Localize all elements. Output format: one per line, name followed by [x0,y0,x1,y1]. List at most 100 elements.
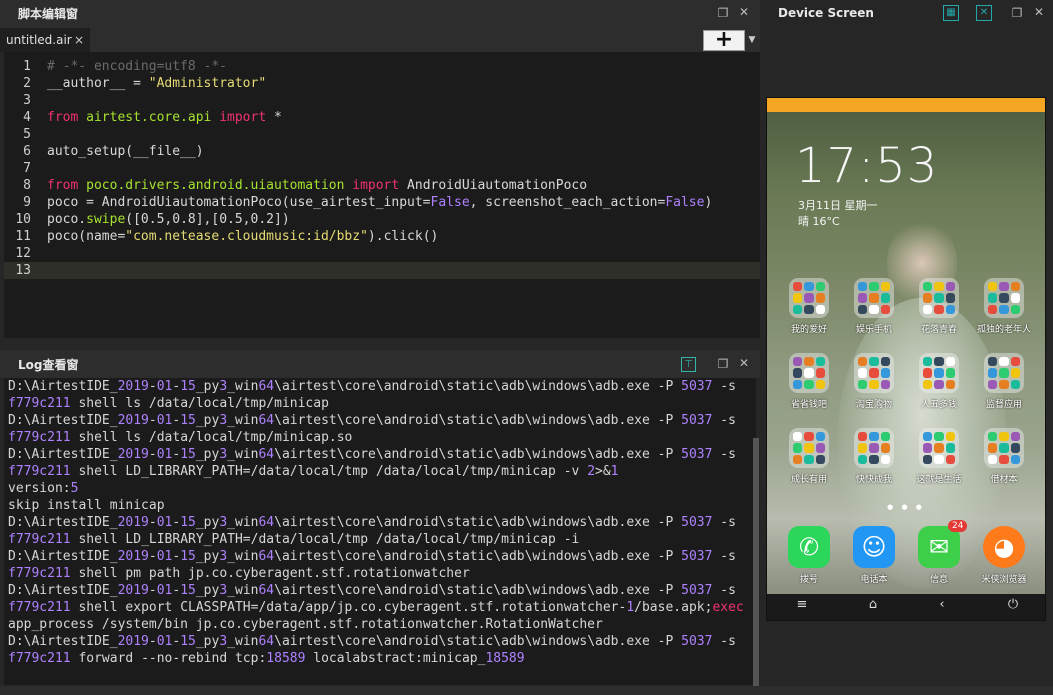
log-token: D:\AirtestIDE_ [8,634,118,649]
mini-app-icon [1010,293,1020,303]
log-token: -s [712,515,736,530]
code-token: from [47,110,79,125]
code-line[interactable]: 7 [4,160,760,177]
power-icon[interactable]: ⏻ [1003,597,1023,612]
mini-app-icon [999,293,1009,303]
code-token: AndroidUiautomationPoco [399,178,588,193]
log-close-icon[interactable]: ✕ [737,356,751,370]
log-token: 2019 [117,583,149,598]
code-editor[interactable]: 1 # -*- encoding=utf8 -*- 2 __author__ = "A… [4,52,760,338]
code-line[interactable]: 6 auto_setup(__file__) [4,143,760,160]
editor-float-icon[interactable]: ❐ [716,6,730,20]
log-token: 2019 [117,515,149,530]
chevron-down-icon[interactable]: ▼ [745,30,759,51]
mini-app-icon [880,379,890,389]
log-token: -s [712,634,736,649]
device-frame: 17:53 3月11日 星期一 晴 16°C 我的爱好 娱乐手机 花落青春 孤独的老年… [766,97,1046,621]
code-token: from [47,178,79,193]
code-line[interactable]: 3 [4,92,760,109]
code-line[interactable]: 11 poco(name="com.netease.cloudmusic:id/b… [4,228,760,245]
code-line[interactable]: 9 poco = AndroidUiautomationPoco(use_airt… [4,194,760,211]
log-token: _py [195,413,220,428]
mini-app-icon [1010,432,1020,442]
tab-untitled-air[interactable]: untitled.air × [0,28,90,52]
mini-app-icon [858,368,868,378]
mini-app-icon [945,454,955,464]
mini-app-icon [1010,368,1020,378]
tab-close-icon[interactable]: × [74,33,84,47]
mini-app-icon [988,443,998,453]
log-float-icon[interactable]: ❐ [716,357,730,371]
code-line[interactable]: 8 from poco.drivers.android.uiautomation … [4,177,760,194]
log-token: 5037 [681,447,713,462]
app-folder[interactable] [854,278,894,318]
code-line[interactable]: 13 [4,262,760,279]
app-folder[interactable] [789,353,829,393]
mini-app-icon [880,282,890,292]
app-folder[interactable] [789,428,829,468]
home-icon[interactable]: ⌂ [863,597,883,612]
mini-app-icon [988,432,998,442]
log-token: 3 [219,515,228,530]
log-token: exec [712,600,744,615]
mini-app-icon [923,432,933,442]
app-folder[interactable] [919,428,959,468]
log-token: 01 [156,447,173,462]
mini-app-icon [999,432,1009,442]
app-folder[interactable] [919,278,959,318]
dock-app-3[interactable]: ✉ [918,526,960,568]
log-token: shell LD_LIBRARY_PATH=/data/local/tmp /d… [70,532,580,547]
dock-app-1[interactable]: ✆ [788,526,830,568]
log-token: \airtest\core\android\static\adb\windows… [274,413,682,428]
app-folder[interactable] [984,428,1024,468]
log-token: _win [227,379,259,394]
app-folder[interactable] [854,428,894,468]
log-token: 01 [156,515,173,530]
code-token: ).click() [367,229,439,244]
mini-app-icon [934,443,944,453]
back-icon[interactable]: ‹ [932,597,952,612]
code-token: * [266,110,282,125]
mini-app-icon [880,432,890,442]
tools-icon[interactable]: ✕ [976,5,992,21]
mini-app-icon [869,368,879,378]
menu-icon[interactable]: ≡ [792,597,812,612]
mini-app-icon [869,293,879,303]
mini-app-icon [804,454,814,464]
code-line[interactable]: 5 [4,126,760,143]
log-token: D:\AirtestIDE_ [8,549,118,564]
code-line[interactable]: 2 __author__ = "Administrator" [4,75,760,92]
dock-app-4[interactable]: ◕ [983,526,1025,568]
log-scrollbar[interactable] [753,438,759,686]
mini-app-icon [804,293,814,303]
panel-divider[interactable] [0,338,760,346]
code-token: False [665,195,705,210]
app-folder[interactable] [984,278,1024,318]
mini-app-icon [869,454,879,464]
editor-close-icon[interactable]: ✕ [737,5,751,19]
app-folder-label: 我的爱好 [790,325,827,335]
code-line[interactable]: 12 [4,245,760,262]
code-line[interactable]: 4 from airtest.core.api import * [4,109,760,126]
app-folder-label: 监督应用 [985,400,1022,410]
log-token: 5037 [681,549,713,564]
app-folder[interactable] [919,353,959,393]
device-screen[interactable]: 17:53 3月11日 星期一 晴 16°C 我的爱好 娱乐手机 花落青春 孤独的老年… [767,98,1045,594]
device-float-icon[interactable]: ❐ [1010,6,1024,20]
code-token: False [430,195,470,210]
mini-app-icon [945,432,955,442]
log-token: version: [8,481,71,496]
app-folder[interactable] [854,353,894,393]
mini-app-icon [793,379,803,389]
filter-icon[interactable]: ⊤ [681,357,696,372]
app-folder[interactable] [789,278,829,318]
dock-app-2[interactable]: ☺ [853,526,895,568]
app-folder[interactable] [984,353,1024,393]
code-line[interactable]: 1 # -*- encoding=utf8 -*- [4,58,760,75]
grid-icon[interactable]: ▦ [943,5,959,21]
device-close-icon[interactable]: ✕ [1032,5,1046,19]
code-line[interactable]: 10 poco.swipe([0.5,0.8],[0.5,0.2]) [4,211,760,228]
add-script-button[interactable]: + [703,29,745,51]
app-folder-label: 孤独的老年人 [976,325,1031,335]
log-token: 5037 [681,515,713,530]
